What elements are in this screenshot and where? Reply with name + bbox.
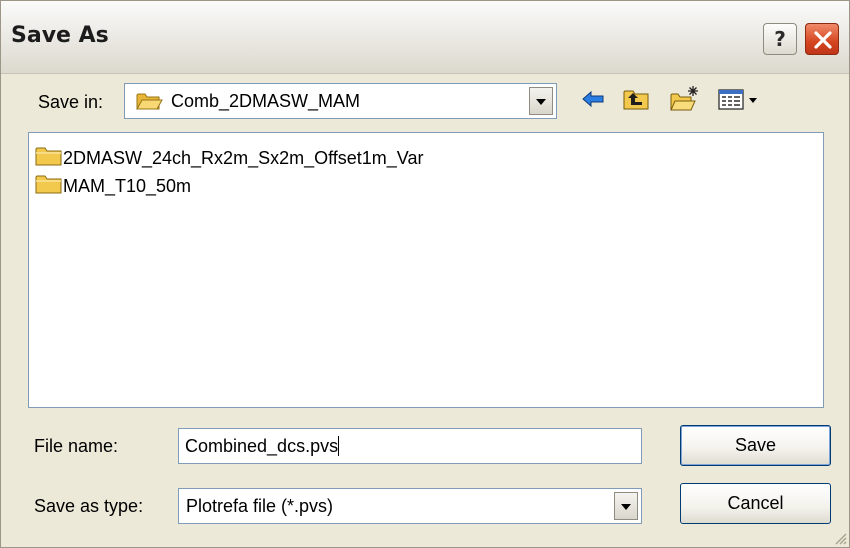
- back-button[interactable]: [579, 84, 609, 114]
- chevron-down-icon: [621, 504, 631, 510]
- list-item[interactable]: MAM_T10_50m: [35, 173, 191, 197]
- folder-icon: [35, 173, 63, 195]
- list-item-label: MAM_T10_50m: [63, 176, 192, 197]
- open-folder-icon: [135, 90, 163, 112]
- create-new-folder-button[interactable]: [669, 84, 699, 114]
- save-button[interactable]: Save: [680, 425, 831, 466]
- view-menu-icon: [718, 89, 757, 110]
- folder-icon: [35, 145, 63, 167]
- file-list[interactable]: 2DMASW_24ch_Rx2m_Sx2m_Offset1m_Var MAM_T…: [28, 132, 824, 408]
- save-as-type-dropdown[interactable]: Plotrefa file (*.pvs): [178, 488, 642, 524]
- file-name-label: File name:: [34, 436, 119, 456]
- close-icon: [814, 31, 832, 49]
- save-as-dialog: Save As ? Save in: Comb_2DMASW_MAM 2DMAS…: [0, 0, 850, 548]
- file-name-field[interactable]: Combined_dcs.pvs: [178, 428, 642, 464]
- close-button[interactable]: [805, 23, 839, 55]
- help-button[interactable]: ?: [763, 23, 797, 55]
- title-bar[interactable]: Save As ?: [1, 1, 849, 74]
- text-caret: [338, 436, 340, 457]
- file-name-value: Combined_dcs.pvs: [185, 436, 339, 456]
- save-as-type-label: Save as type:: [34, 496, 144, 516]
- view-menu-button[interactable]: [717, 84, 763, 114]
- list-item-label: 2DMASW_24ch_Rx2m_Sx2m_Offset1m_Var: [63, 148, 424, 169]
- save-as-type-value: Plotrefa file (*.pvs): [186, 496, 334, 516]
- list-item[interactable]: 2DMASW_24ch_Rx2m_Sx2m_Offset1m_Var: [35, 145, 423, 169]
- save-as-type-dropdown-button[interactable]: [614, 492, 638, 520]
- create-new-folder-icon: [670, 86, 698, 111]
- resize-grip-icon[interactable]: [833, 531, 847, 545]
- save-in-dropdown[interactable]: Comb_2DMASW_MAM: [124, 83, 557, 119]
- back-arrow-icon: [582, 90, 604, 108]
- save-in-label: Save in:: [38, 92, 104, 112]
- help-icon: ?: [774, 27, 786, 51]
- cancel-button[interactable]: Cancel: [680, 483, 831, 524]
- window-title: Save As: [11, 23, 109, 48]
- chevron-down-icon: [536, 99, 546, 105]
- up-one-level-icon: [623, 90, 649, 110]
- up-one-level-button[interactable]: [621, 84, 651, 114]
- save-in-value: Comb_2DMASW_MAM: [171, 91, 361, 111]
- save-in-dropdown-button[interactable]: [529, 87, 553, 115]
